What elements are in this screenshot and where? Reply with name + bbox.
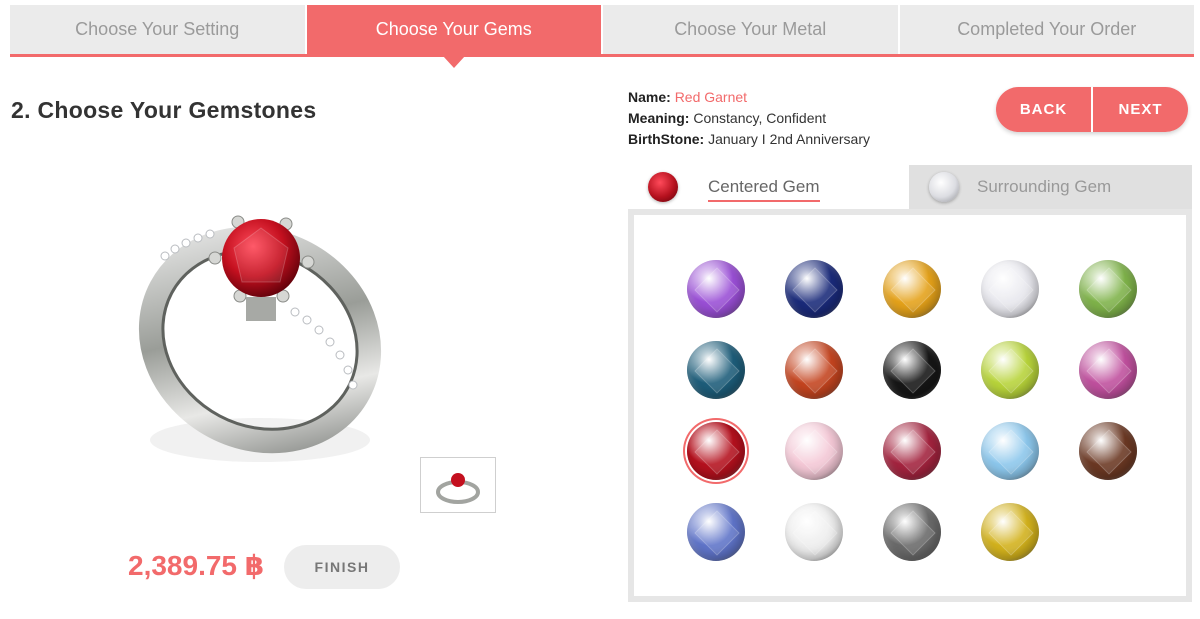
- gem-swatch-rhodolite[interactable]: [883, 422, 941, 480]
- gem-swatch-onyx[interactable]: [883, 341, 941, 399]
- step-completed-order[interactable]: Completed Your Order: [899, 5, 1194, 54]
- diamond-gem-icon: [929, 172, 959, 202]
- gem-swatch-amethyst[interactable]: [687, 260, 745, 318]
- price: 2,389.75 ฿: [128, 550, 265, 581]
- ring-thumbnail[interactable]: [420, 457, 496, 513]
- nav-buttons: BACK NEXT: [996, 87, 1188, 132]
- gem-tabs: Centered Gem Surrounding Gem: [628, 165, 1192, 209]
- tab-surrounding-gem[interactable]: Surrounding Gem: [909, 165, 1192, 209]
- gem-swatch-aquamarine[interactable]: [981, 422, 1039, 480]
- tab-surrounding-gem-label: Surrounding Gem: [977, 177, 1112, 196]
- ring-preview-image: [120, 190, 420, 490]
- tab-centered-gem[interactable]: Centered Gem: [628, 165, 909, 209]
- finish-button[interactable]: FINISH: [284, 545, 400, 589]
- tab-centered-gem-label: Centered Gem: [708, 173, 820, 202]
- gem-grid: [634, 215, 1186, 596]
- gem-name-label: Name:: [628, 89, 671, 105]
- back-button[interactable]: BACK: [996, 87, 1093, 132]
- steps-bar: Choose Your Setting Choose Your Gems Cho…: [10, 5, 1194, 68]
- gem-swatch-tanzanite[interactable]: [687, 503, 745, 561]
- gem-info: Name: Red Garnet Meaning: Constancy, Con…: [628, 87, 870, 150]
- gem-swatch-hessonite[interactable]: [785, 341, 843, 399]
- gem-swatch-yellow-sapphire[interactable]: [981, 503, 1039, 561]
- gem-name-row: Name: Red Garnet: [628, 87, 870, 108]
- gem-birthstone-label: BirthStone:: [628, 131, 705, 147]
- gem-swatch-smoky-quartz[interactable]: [1079, 422, 1137, 480]
- page-title: 2. Choose Your Gemstones: [11, 97, 317, 123]
- gem-swatch-grey-diamond[interactable]: [883, 503, 941, 561]
- gem-swatch-citrine[interactable]: [883, 260, 941, 318]
- gem-meaning-value: Constancy, Confident: [693, 110, 827, 126]
- gem-swatch-peridot-green[interactable]: [1079, 260, 1137, 318]
- gem-swatch-pink-quartz[interactable]: [785, 422, 843, 480]
- gem-swatch-diamond[interactable]: [981, 260, 1039, 318]
- gem-swatch-white-sapphire[interactable]: [785, 503, 843, 561]
- gem-birthstone-row: BirthStone: January I 2nd Anniversary: [628, 129, 870, 150]
- gem-swatch-red-garnet[interactable]: [687, 422, 745, 480]
- step-choose-metal[interactable]: Choose Your Metal: [603, 5, 900, 54]
- gem-swatch-pink-tourmaline[interactable]: [1079, 341, 1137, 399]
- gem-meaning-label: Meaning:: [628, 110, 690, 126]
- gem-birthstone-value: January I 2nd Anniversary: [708, 131, 870, 147]
- gem-meaning-row: Meaning: Constancy, Confident: [628, 108, 870, 129]
- gem-panel: Centered Gem Surrounding Gem: [628, 165, 1192, 602]
- gem-swatch-peridot[interactable]: [981, 341, 1039, 399]
- next-button[interactable]: NEXT: [1093, 87, 1188, 132]
- red-gem-icon: [648, 172, 678, 202]
- gem-name-value: Red Garnet: [674, 89, 748, 105]
- step-choose-setting[interactable]: Choose Your Setting: [10, 5, 307, 54]
- gem-swatch-sapphire-blue[interactable]: [785, 260, 843, 318]
- gem-swatch-blue-topaz-dark[interactable]: [687, 341, 745, 399]
- step-choose-gems[interactable]: Choose Your Gems: [306, 5, 603, 68]
